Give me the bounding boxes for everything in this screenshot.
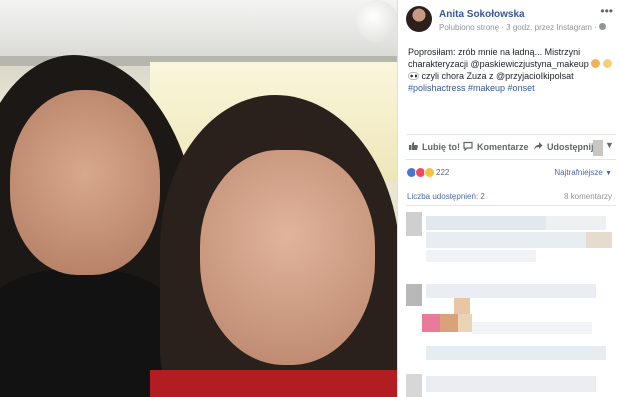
reaction-count[interactable]: 222: [436, 168, 449, 177]
hand-emoji-icon: [602, 59, 612, 68]
photo-ceiling: [0, 0, 397, 62]
shares-count[interactable]: Liczba udostępnień: 2: [407, 192, 485, 201]
person-left-face: [10, 90, 160, 275]
comments-count[interactable]: 8 komentarzy: [564, 192, 612, 201]
blurred-comment: [406, 212, 422, 236]
post-header: Anita Sokołowska Polubiono stronę · 3 go…: [406, 4, 616, 36]
share-as-avatar[interactable]: [593, 140, 603, 156]
sort-chevron-icon: ▼: [605, 170, 612, 177]
blurred-comment: [426, 232, 586, 248]
blurred-comment: [406, 284, 422, 306]
comment-sort-dropdown[interactable]: Najtrafniejsze ▼: [554, 168, 612, 177]
comment-label: Komentarze: [477, 142, 529, 152]
post-meta-text: Polubiono stronę · 3 godz. przez Instagr…: [439, 23, 600, 32]
reaction-icons[interactable]: [406, 167, 436, 179]
more-icon[interactable]: •••: [600, 4, 613, 18]
caption-line1: Poprosiłam: zrób mnie na ładną... Mistrz…: [408, 47, 592, 69]
post-photo[interactable]: [0, 0, 397, 397]
blurred-comment: [440, 314, 458, 332]
author-avatar[interactable]: [406, 6, 432, 32]
globe-icon: [599, 23, 607, 30]
blurred-comment: [546, 216, 606, 230]
like-label: Lubię to!: [422, 142, 460, 152]
caption-hashtags[interactable]: #polishactress #makeup #onset: [408, 83, 535, 93]
post-stats: Liczba udostępnień: 2 8 komentarzy: [406, 190, 616, 206]
share-label: Udostępnij: [547, 142, 594, 152]
comment-button[interactable]: Komentarze: [463, 141, 529, 152]
blurred-comment: [406, 374, 422, 397]
blurred-comment: [586, 232, 612, 248]
comment-icon: [463, 141, 473, 151]
blurred-comment: [472, 322, 592, 334]
caption-line2: czyli chora Zuza z @przyjacioIkipolsat: [419, 71, 574, 81]
share-button[interactable]: Udostępnij: [533, 141, 594, 152]
post-sidebar: Anita Sokołowska Polubiono stronę · 3 go…: [397, 0, 620, 397]
thumbs-up-icon: [409, 142, 418, 150]
blurred-comment: [426, 376, 596, 392]
haha-reaction-icon: [424, 167, 435, 178]
post-meta: Polubiono stronę · 3 godz. przez Instagr…: [439, 23, 607, 32]
comments-list-blurred: [406, 210, 616, 397]
makeup-emoji-icon: [591, 59, 601, 68]
blurred-comment: [422, 314, 440, 332]
person-right-face: [200, 150, 375, 365]
photo-lamp: [356, 0, 397, 42]
person-right-shirt: [150, 370, 397, 397]
author-name[interactable]: Anita Sokołowska: [439, 9, 525, 20]
comment-sort-label: Najtrafniejsze: [554, 168, 603, 177]
chevron-down-icon[interactable]: ▼: [605, 140, 614, 150]
blurred-comment: [458, 314, 472, 332]
like-button[interactable]: Lubię to!: [408, 141, 460, 152]
blurred-comment: [426, 216, 546, 230]
reactions-bar: 222 Najtrafniejsze ▼: [406, 165, 616, 181]
share-icon: [534, 142, 543, 150]
blurred-comment: [426, 250, 536, 262]
blurred-comment: [454, 298, 470, 314]
post-actions: Lubię to! Komentarze Udostępnij ▼: [406, 134, 616, 160]
eyes-emoji-icon: [408, 72, 419, 80]
post-caption: Poprosiłam: zrób mnie na ładną... Mistrz…: [408, 46, 613, 94]
blurred-comment: [426, 284, 596, 298]
blurred-comment: [426, 346, 606, 360]
